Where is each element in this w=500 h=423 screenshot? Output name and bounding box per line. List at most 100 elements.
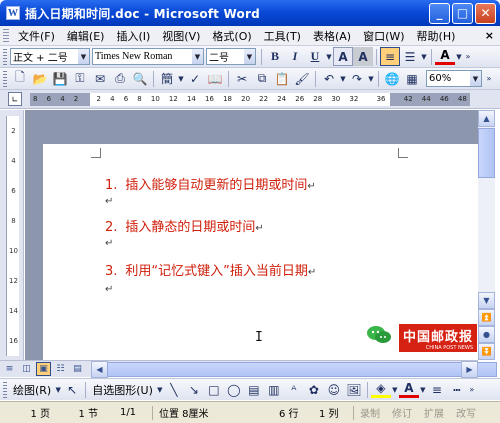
document-page[interactable]: 1. 插入能够自动更新的日期或时间↵ ↵ 2. 插入静态的日期或时间↵ ↵ 3. 利用…	[43, 144, 478, 360]
clip-art-icon[interactable]: ☺	[324, 380, 344, 399]
chevron-down-icon[interactable]: ▼	[455, 47, 463, 66]
undo-icon[interactable]: ↶	[319, 69, 339, 88]
print-preview-icon[interactable]: 🔍	[130, 69, 150, 88]
insert-hyperlink-icon[interactable]: 🌐	[382, 69, 402, 88]
menu-table[interactable]: 表格(A)	[307, 28, 357, 44]
previous-page-icon[interactable]: ⏫	[478, 309, 495, 326]
draw-font-color-icon[interactable]: A	[398, 381, 419, 398]
font-size-combo[interactable]: 二号 ▼	[206, 48, 256, 65]
chevron-down-icon[interactable]: ▼	[54, 380, 62, 399]
reading-layout-view-icon[interactable]: ▤	[70, 362, 85, 376]
research-icon[interactable]: 📖	[205, 69, 225, 88]
scroll-thumb[interactable]	[478, 128, 495, 178]
menu-help[interactable]: 帮助(H)	[411, 28, 462, 44]
insert-picture-icon[interactable]: 🖼	[344, 380, 364, 399]
ruler-strip[interactable]: 8 6 4 2 2 4 6 8 10 12 14 16 18 20 22 24 26 28 30 32 36 42 44 46…	[30, 92, 470, 106]
diagram-icon[interactable]: ✿	[304, 380, 324, 399]
chevron-down-icon[interactable]: ▼	[325, 47, 333, 66]
bold-button[interactable]: B	[265, 47, 285, 66]
vertical-ruler-strip[interactable]: 2 4 6 8 10 12 14 16	[6, 116, 19, 356]
copy-icon[interactable]: ⧉	[252, 69, 272, 88]
toolbar-options-icon[interactable]: »	[467, 380, 477, 399]
scroll-right-icon[interactable]: ▶	[461, 360, 478, 378]
italic-button[interactable]: I	[285, 47, 305, 66]
list-item[interactable]: 2. 插入静态的日期或时间↵	[105, 216, 264, 235]
word-app-icon[interactable]: W	[6, 6, 20, 20]
chevron-down-icon[interactable]: ▼	[339, 69, 347, 88]
tables-borders-icon[interactable]: ▦	[402, 69, 422, 88]
select-objects-icon[interactable]: ↖	[62, 380, 82, 399]
save-icon[interactable]: 💾	[50, 69, 70, 88]
underline-button[interactable]: U	[305, 47, 325, 66]
outline-view-icon[interactable]: ☷	[53, 362, 68, 376]
fill-color-icon[interactable]: ◈	[370, 381, 391, 398]
next-page-icon[interactable]: ⏬	[478, 343, 495, 360]
normal-view-icon[interactable]: ≡	[2, 362, 17, 376]
font-combo[interactable]: Times New Roman ▼	[92, 48, 204, 65]
wordart-icon[interactable]: ᴬ	[284, 380, 304, 399]
status-overwrite[interactable]: 改写	[450, 405, 482, 420]
toolbar-options-icon[interactable]: »	[463, 47, 473, 66]
chevron-down-icon[interactable]: ▼	[177, 69, 185, 88]
align-left-icon[interactable]: ≡	[380, 47, 400, 66]
translate-icon[interactable]: 簡	[157, 69, 177, 88]
chevron-down-icon[interactable]: ▼	[156, 380, 164, 399]
toolbar-options-icon[interactable]: »	[484, 69, 494, 88]
list-item[interactable]: 3. 利用“记忆式键入”插入当前日期↵	[105, 260, 316, 279]
permission-icon[interactable]: ⚿	[70, 69, 90, 88]
chevron-down-icon[interactable]: ▼	[192, 49, 203, 64]
oval-icon[interactable]: ◯	[224, 380, 244, 399]
line-icon[interactable]: ╲	[164, 380, 184, 399]
text-box-icon[interactable]: ▤	[244, 380, 264, 399]
style-combo[interactable]: 正文 + 二号 ▼	[10, 48, 90, 65]
draw-menu-button[interactable]: 绘图(R)	[10, 382, 54, 398]
browse-object-icon[interactable]: ●	[478, 326, 495, 343]
toolbar-grip[interactable]	[3, 70, 7, 87]
redo-icon[interactable]: ↷	[347, 69, 367, 88]
vertical-text-box-icon[interactable]: ▥	[264, 380, 284, 399]
status-revise[interactable]: 修订	[386, 405, 418, 420]
toolbar-grip[interactable]	[3, 48, 7, 65]
close-document-button[interactable]: ×	[485, 29, 494, 42]
chevron-down-icon[interactable]: ▼	[420, 47, 428, 66]
horizontal-scrollbar[interactable]: ◀ ▶	[91, 360, 497, 378]
line-style-icon[interactable]: ≡	[427, 380, 447, 399]
chevron-down-icon[interactable]: ▼	[470, 71, 481, 86]
zoom-combo[interactable]: 60% ▼	[426, 70, 482, 87]
menu-insert[interactable]: 插入(I)	[110, 28, 156, 44]
format-painter-icon[interactable]: 🖌	[292, 69, 312, 88]
menu-edit[interactable]: 编辑(E)	[61, 28, 111, 44]
toolbar-grip[interactable]	[3, 381, 7, 398]
close-button[interactable]: ✕	[475, 2, 496, 24]
chevron-down-icon[interactable]: ▼	[391, 380, 399, 399]
align-justify-icon[interactable]: ☰	[400, 47, 420, 66]
scroll-left-icon[interactable]: ◀	[91, 360, 108, 378]
character-shading-icon[interactable]: A	[353, 47, 373, 66]
chevron-down-icon[interactable]: ▼	[78, 49, 89, 64]
font-color-button[interactable]: A	[435, 48, 455, 65]
scroll-down-icon[interactable]: ▼	[478, 292, 495, 309]
chevron-down-icon[interactable]: ▼	[367, 69, 375, 88]
minimize-button[interactable]: _	[429, 2, 450, 24]
list-item[interactable]: 1. 插入能够自动更新的日期或时间↵	[105, 174, 316, 193]
mail-icon[interactable]: ✉	[90, 69, 110, 88]
scroll-up-icon[interactable]: ▲	[478, 110, 495, 127]
character-border-icon[interactable]: A	[333, 47, 353, 66]
menu-format[interactable]: 格式(O)	[206, 28, 257, 44]
chevron-down-icon[interactable]: ▼	[244, 49, 255, 64]
arrow-icon[interactable]: ↘	[184, 380, 204, 399]
cut-icon[interactable]: ✂	[232, 69, 252, 88]
maximize-button[interactable]: □	[452, 2, 473, 24]
menu-grip[interactable]	[3, 28, 9, 43]
open-folder-icon[interactable]: 📂	[30, 69, 50, 88]
new-document-icon[interactable]: 🗋	[10, 69, 30, 88]
chevron-down-icon[interactable]: ▼	[419, 380, 427, 399]
horizontal-scroll-thumb[interactable]	[107, 361, 497, 377]
menu-window[interactable]: 窗口(W)	[357, 28, 410, 44]
menu-file[interactable]: 文件(F)	[12, 28, 61, 44]
dash-style-icon[interactable]: ┅	[447, 380, 467, 399]
menu-tools[interactable]: 工具(T)	[258, 28, 307, 44]
web-layout-view-icon[interactable]: ◫	[19, 362, 34, 376]
menu-view[interactable]: 视图(V)	[156, 28, 206, 44]
print-icon[interactable]: ⎙	[110, 69, 130, 88]
